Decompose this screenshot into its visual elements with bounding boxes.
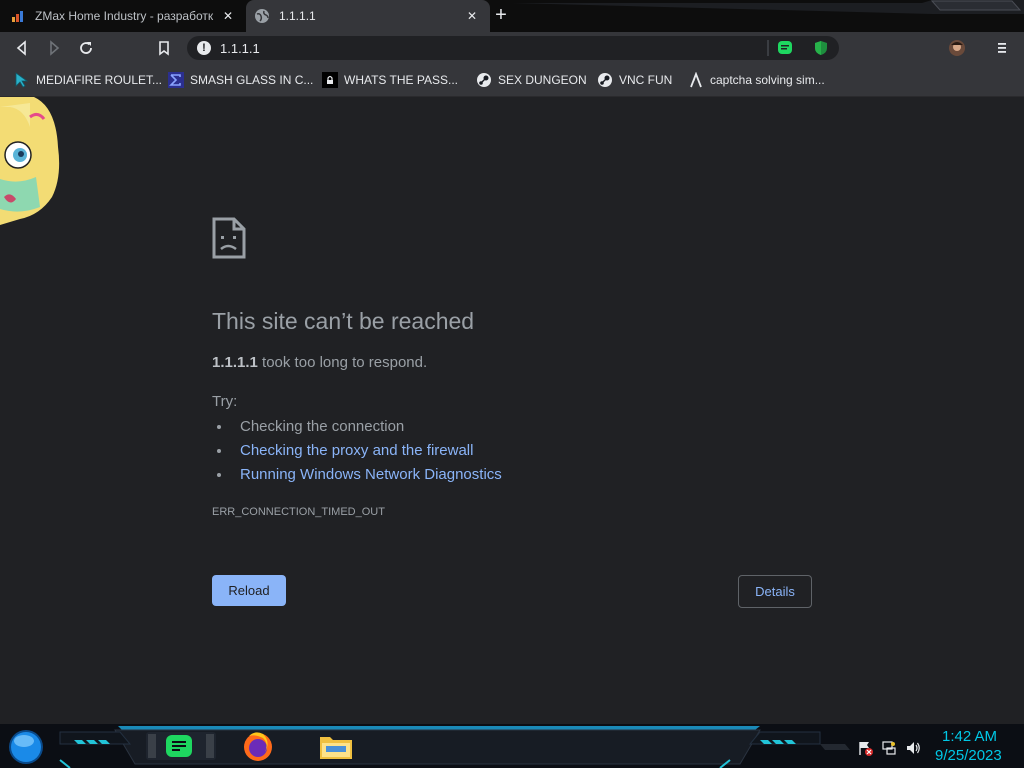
error-message-text: took too long to respond. [257, 354, 428, 371]
zmax-favicon-icon [12, 11, 23, 22]
network-icon[interactable] [881, 740, 897, 756]
site-info-icon[interactable]: ! [197, 41, 211, 55]
try-label: Try: [212, 393, 238, 410]
bookmark-button[interactable] [152, 36, 176, 60]
action-center-flag-icon[interactable] [857, 740, 873, 756]
bookmark-label: VNC FUN [619, 73, 673, 87]
lambda-icon [690, 72, 702, 88]
error-message: 1.1.1.1 took too long to respond. [212, 354, 427, 371]
close-tab-icon[interactable]: ✕ [464, 9, 480, 23]
bookmark-label: captcha solving sim... [710, 73, 825, 87]
steam-icon [477, 73, 491, 87]
suggestion-item: Checking the proxy and the firewall [232, 439, 502, 463]
bookmark-mediafire[interactable]: MEDIAFIRE ROULET... [14, 71, 162, 89]
back-icon [16, 40, 26, 56]
bookmark-smash-glass[interactable]: SMASH GLASS IN C... [168, 71, 313, 89]
close-tab-icon[interactable]: ✕ [220, 9, 236, 23]
start-orb-button[interactable] [7, 728, 45, 766]
volume-icon[interactable] [905, 740, 921, 756]
chat-extension-icon[interactable] [777, 40, 793, 56]
bookmark-vnc-fun[interactable]: VNC FUN [597, 71, 672, 89]
back-button[interactable] [10, 36, 34, 60]
proxy-firewall-link[interactable]: Checking the proxy and the firewall [240, 442, 473, 459]
tab-title: ZMax Home Industry - разработк [35, 9, 214, 23]
bookmark-label: SMASH GLASS IN C... [190, 73, 314, 87]
suggestion-item: Running Windows Network Diagnostics [232, 463, 502, 487]
cartoon-sticker-overlay [0, 97, 60, 225]
forward-button[interactable] [42, 36, 66, 60]
bookmarks-bar: MEDIAFIRE ROULET... SMASH GLASS IN C... … [0, 64, 1024, 97]
profile-avatar[interactable] [945, 36, 969, 60]
menu-button[interactable] [990, 36, 1014, 60]
arrow-cursor-icon [15, 72, 29, 88]
suggestion-item: Checking the connection [232, 415, 502, 439]
page-content: This site can’t be reached 1.1.1.1 took … [0, 97, 1024, 724]
error-host: 1.1.1.1 [212, 354, 258, 371]
taskbar: 1:42 AM 9/25/2023 [0, 724, 1024, 768]
clock-date[interactable]: 9/25/2023 [935, 747, 1002, 764]
address-bar[interactable]: ! 1.1.1.1 [187, 36, 839, 60]
sad-page-icon [212, 217, 246, 259]
tab-zmax[interactable]: ZMax Home Industry - разработк ✕ [0, 0, 246, 32]
suggestion-text: Checking the connection [240, 418, 405, 435]
reload-icon [80, 42, 92, 54]
shield-extension-icon[interactable] [813, 40, 829, 56]
bookmark-icon [159, 41, 169, 56]
messenger-taskbar-button[interactable] [146, 732, 216, 760]
bookmark-label: MEDIAFIRE ROULET... [36, 73, 163, 87]
bookmark-sex-dungeon[interactable]: SEX DUNGEON [476, 71, 587, 89]
network-diagnostics-link[interactable]: Running Windows Network Diagnostics [240, 466, 502, 483]
tab-strip: ZMax Home Industry - разработк ✕ 1.1.1.1… [0, 0, 1024, 32]
file-explorer-icon[interactable] [318, 731, 354, 761]
lock-icon [322, 72, 338, 88]
steam-icon [598, 73, 612, 87]
menu-icon [998, 43, 1006, 53]
error-heading: This site can’t be reached [212, 308, 475, 334]
reload-button[interactable] [74, 36, 98, 60]
bookmark-label: WHATS THE PASS... [344, 73, 459, 87]
address-input[interactable]: 1.1.1.1 [220, 41, 260, 56]
omnibox-divider [767, 40, 769, 56]
new-tab-button[interactable]: + [490, 4, 512, 26]
clock-time[interactable]: 1:42 AM [942, 728, 997, 745]
bookmark-whats-the-pass[interactable]: WHATS THE PASS... [322, 71, 458, 89]
details-button[interactable]: Details [738, 575, 812, 608]
firefox-icon[interactable] [241, 730, 275, 762]
sigma-icon [168, 72, 184, 88]
avatar [949, 40, 965, 56]
window-frame-decoration [512, 0, 1024, 14]
error-code: ERR_CONNECTION_TIMED_OUT [212, 506, 385, 518]
tab-1-1-1-1[interactable]: 1.1.1.1 ✕ [246, 0, 490, 32]
bookmark-label: SEX DUNGEON [498, 73, 587, 87]
tab-title: 1.1.1.1 [279, 9, 316, 23]
globe-icon [255, 9, 269, 23]
suggestions-list: Checking the connection Checking the pro… [232, 415, 502, 487]
forward-icon [50, 40, 60, 56]
bookmark-captcha-solving[interactable]: captcha solving sim... [688, 71, 825, 89]
reload-page-button[interactable]: Reload [212, 575, 286, 606]
